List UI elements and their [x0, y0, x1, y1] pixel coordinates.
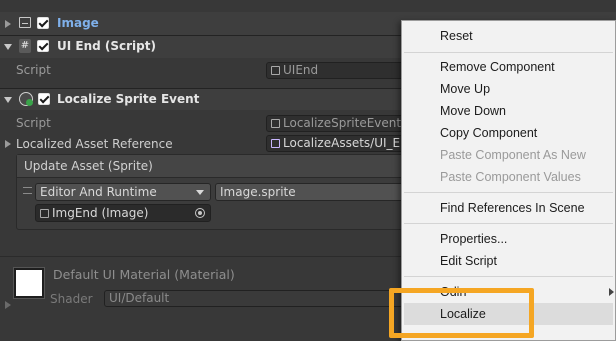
localize-script-field[interactable]: LocalizeSpriteEvent	[266, 115, 406, 132]
runtime-option-dropdown[interactable]: Editor And Runtime	[35, 183, 211, 201]
script-hash-icon: #	[19, 39, 31, 53]
menu-item-properties[interactable]: Properties...	[440, 230, 507, 248]
menu-item-copy-component[interactable]: Copy Component	[440, 124, 537, 142]
menu-item-remove-component[interactable]: Remove Component	[440, 58, 555, 76]
menu-item-paste-values: Paste Component Values	[440, 170, 581, 184]
method-value: Image.sprite	[220, 185, 296, 199]
asset-reference-label: Localized Asset Reference	[16, 137, 173, 151]
menu-item-move-down[interactable]: Move Down	[440, 102, 506, 120]
asset-reference-field[interactable]: LocalizeAssets/UI_E	[266, 135, 406, 152]
runtime-option-value: Editor And Runtime	[40, 185, 157, 199]
menu-item-move-up[interactable]: Move Up	[440, 80, 490, 98]
ui-end-component-title: UI End (Script)	[57, 39, 156, 53]
ui-end-script-field[interactable]: UIEnd	[266, 62, 406, 79]
localize-globe-icon	[19, 92, 33, 106]
script-file-icon	[271, 66, 280, 75]
material-preview-swatch	[13, 267, 45, 299]
menu-item-reset[interactable]: Reset	[440, 27, 473, 45]
ui-end-enabled-checkbox[interactable]	[37, 40, 49, 52]
submenu-arrow-icon	[609, 288, 614, 296]
image-type-icon	[40, 209, 49, 218]
foldout-arrow-icon[interactable]	[4, 97, 12, 103]
foldout-arrow-icon[interactable]	[4, 44, 12, 50]
foldout-arrow-icon[interactable]	[5, 20, 11, 28]
localization-table-icon	[271, 139, 280, 148]
update-asset-event-box: Update Asset (Sprite) Editor And Runtime…	[16, 154, 417, 230]
image-component-icon	[19, 17, 31, 28]
method-dropdown[interactable]: Image.sprite	[215, 183, 415, 201]
object-picker-icon[interactable]	[195, 208, 205, 218]
shader-value: UI/Default	[109, 291, 170, 305]
foldout-arrow-icon[interactable]	[5, 301, 11, 309]
localize-enabled-checkbox[interactable]	[38, 93, 50, 105]
localize-sprite-event-title: Localize Sprite Event	[57, 92, 200, 106]
image-enabled-checkbox[interactable]	[37, 17, 49, 29]
target-object-field[interactable]: ImgEnd (Image)	[35, 204, 211, 222]
target-object-value: ImgEnd (Image)	[52, 206, 149, 220]
highlight-annotation-box	[389, 288, 534, 338]
shader-dropdown[interactable]: UI/Default	[104, 290, 404, 307]
image-component-title: Image	[57, 16, 99, 30]
ui-end-script-value: UIEnd	[283, 63, 319, 77]
menu-item-paste-as-new: Paste Component As New	[440, 148, 586, 162]
menu-item-edit-script[interactable]: Edit Script	[440, 252, 497, 270]
update-asset-title: Update Asset (Sprite)	[24, 159, 153, 173]
asset-reference-value: LocalizeAssets/UI_E	[283, 136, 401, 150]
drag-handle-icon[interactable]	[23, 187, 32, 194]
dropdown-arrow-icon	[196, 190, 204, 195]
material-title: Default UI Material (Material)	[53, 267, 235, 282]
localize-script-value: LocalizeSpriteEvent	[283, 116, 402, 130]
foldout-arrow-icon[interactable]	[5, 140, 11, 148]
script-file-icon	[271, 119, 280, 128]
localize-script-label: Script	[16, 116, 51, 130]
menu-item-find-references[interactable]: Find References In Scene	[440, 199, 585, 217]
shader-label: Shader	[50, 292, 93, 306]
ui-end-script-label: Script	[16, 63, 51, 77]
